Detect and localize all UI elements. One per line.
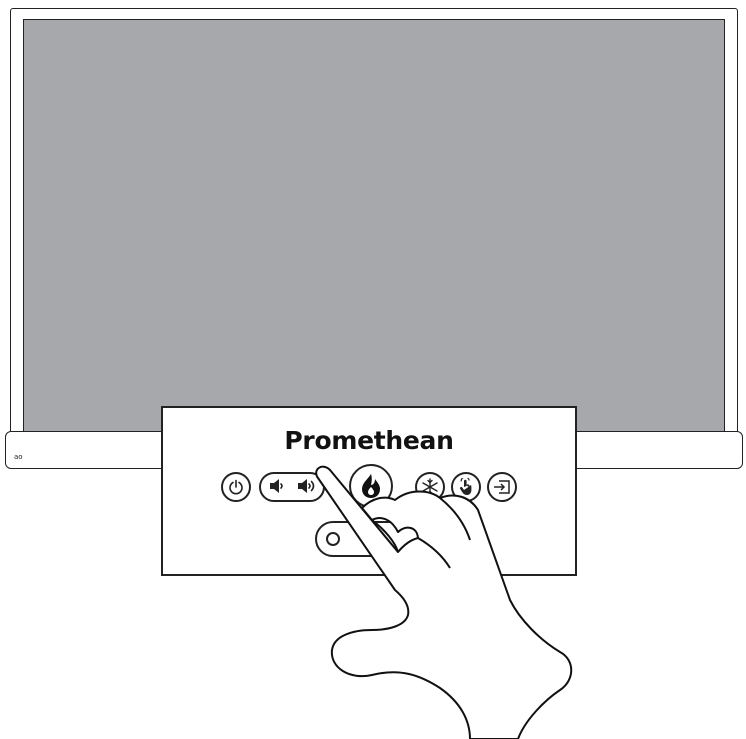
touch-hand-icon — [458, 478, 474, 496]
touch-lock-button[interactable] — [451, 472, 481, 502]
brand-logo: Promethean — [284, 426, 454, 455]
snowflake-icon — [421, 478, 439, 496]
volume-up-button[interactable] — [297, 478, 317, 498]
front-control-panel: Promethean — [161, 406, 577, 576]
volume-down-icon — [268, 478, 286, 498]
slot-sensor-dot — [326, 532, 340, 546]
input-source-icon — [493, 479, 511, 495]
display-monitor — [10, 8, 738, 441]
volume-down-button[interactable] — [267, 478, 287, 498]
pen-tray-slot — [315, 521, 425, 557]
bezel-sensor-label: ао — [14, 453, 23, 461]
volume-control-group — [259, 472, 325, 502]
volume-up-icon — [297, 478, 317, 498]
display-screen — [23, 19, 725, 434]
home-button[interactable] — [349, 464, 393, 508]
power-button[interactable] — [221, 472, 251, 502]
promethean-flame-icon — [360, 473, 382, 499]
freeze-button[interactable] — [415, 472, 445, 502]
input-source-button[interactable] — [487, 472, 517, 502]
power-icon — [228, 479, 244, 495]
